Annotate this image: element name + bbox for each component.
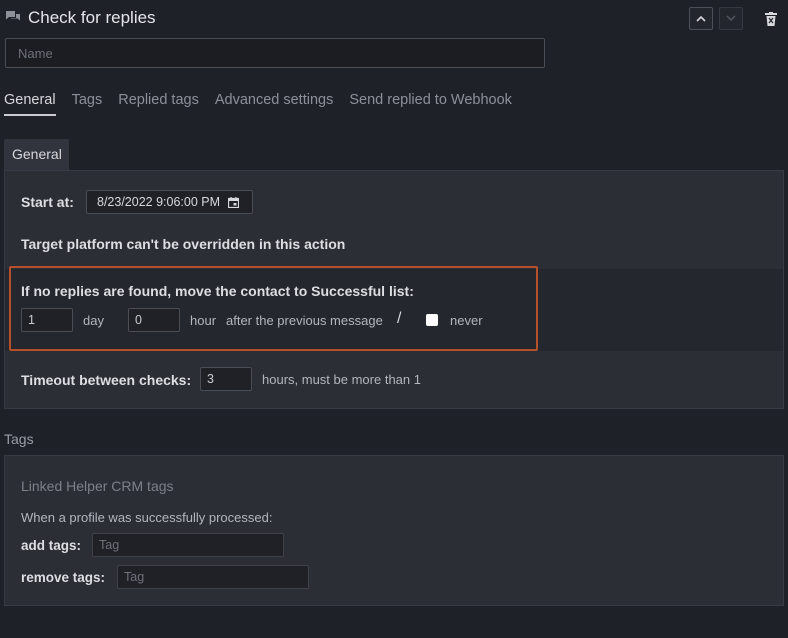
timeout-suffix: hours, must be more than 1 xyxy=(262,372,421,387)
action-tabs: General Tags Replied tags Advanced setti… xyxy=(4,92,512,116)
chat-bubbles-icon xyxy=(6,11,20,21)
move-down-button[interactable] xyxy=(719,7,743,30)
processed-label: When a profile was successfully processe… xyxy=(21,510,273,525)
never-label: never xyxy=(450,313,483,328)
action-title: Check for replies xyxy=(28,8,156,27)
hours-input[interactable] xyxy=(128,308,180,332)
trash-icon[interactable] xyxy=(765,12,777,26)
days-input[interactable] xyxy=(21,308,73,332)
remove-tags-label: remove tags: xyxy=(21,570,106,585)
tags-section-heading: Tags xyxy=(4,431,34,447)
tab-replied-tags[interactable]: Replied tags xyxy=(118,92,199,116)
chevron-up-icon xyxy=(696,15,706,22)
name-input[interactable] xyxy=(5,38,545,68)
platform-note: Target platform can't be overridden in t… xyxy=(21,236,346,252)
no-replies-label: If no replies are found, move the contac… xyxy=(21,283,414,299)
after-previous-message-text: after the previous message xyxy=(226,313,383,328)
move-up-button[interactable] xyxy=(689,7,713,30)
timeout-label: Timeout between checks: xyxy=(21,372,192,388)
general-section-tab: General xyxy=(4,139,69,171)
remove-tags-input[interactable] xyxy=(117,565,309,589)
crm-tags-label: Linked Helper CRM tags xyxy=(21,478,174,494)
days-unit: day xyxy=(83,313,104,328)
tab-advanced-settings[interactable]: Advanced settings xyxy=(215,92,334,116)
start-at-datetime-field[interactable]: 8/23/2022 9:06:00 PM xyxy=(86,190,253,214)
add-tags-input[interactable] xyxy=(92,533,284,557)
separator-slash: / xyxy=(397,310,402,327)
highlight-box xyxy=(9,266,538,351)
chevron-down-icon xyxy=(726,15,736,22)
add-tags-label: add tags: xyxy=(21,538,82,553)
start-at-label: Start at: xyxy=(21,194,74,210)
start-at-value: 8/23/2022 9:06:00 PM xyxy=(97,195,221,209)
tab-general[interactable]: General xyxy=(4,92,56,116)
calendar-icon[interactable] xyxy=(228,196,240,208)
tab-tags[interactable]: Tags xyxy=(72,92,103,116)
tab-send-replied-webhook[interactable]: Send replied to Webhook xyxy=(349,92,512,116)
hours-unit: hour xyxy=(190,313,217,328)
timeout-input[interactable] xyxy=(200,367,252,391)
never-checkbox[interactable] xyxy=(426,314,438,326)
